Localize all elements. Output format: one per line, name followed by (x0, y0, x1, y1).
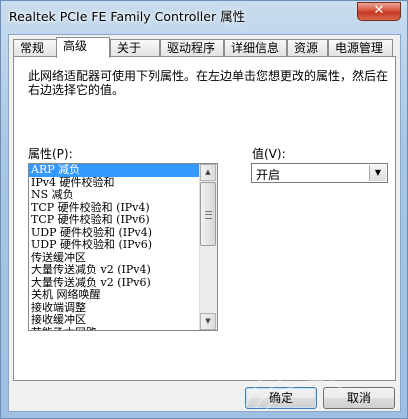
tab-about[interactable]: 关于 (110, 39, 160, 56)
tab-power-management[interactable]: 电源管理 (328, 39, 393, 56)
property-list-item[interactable]: 接收缓冲区 (29, 314, 201, 327)
panel-description: 此网络适配器可使用下列属性。在左边单击您想更改的属性，然后在右边选择它的值。 (28, 69, 389, 97)
property-list-item[interactable]: TCP 硬件校验和 (IPv4) (29, 202, 201, 215)
close-icon: ✕ (373, 3, 385, 18)
value-dropdown-selected: 开启 (256, 168, 281, 182)
property-list: ARP 减负 IPv4 硬件校验和 NS 减负 TCP 硬件校验和 (IPv4) TCP… (29, 164, 201, 331)
dialog-client-area: 常规 高级 关于 驱动程序 详细信息 资源 电源管理 此网络适配器可使用下列属性… (8, 34, 401, 412)
window-title: Realtek PCIe FE Family Controller 属性 (9, 9, 246, 24)
cancel-button[interactable]: 取消 (323, 387, 395, 409)
list-scrollbar[interactable]: ▲ ▼ (199, 164, 217, 330)
scroll-thumb[interactable] (200, 182, 216, 246)
scroll-up-arrow-icon[interactable]: ▲ (200, 164, 216, 181)
property-list-item[interactable]: IPv4 硬件校验和 (29, 177, 201, 190)
close-button[interactable]: ✕ (357, 2, 401, 21)
property-label: 属性(P): (28, 147, 73, 161)
advanced-panel: 此网络适配器可使用下列属性。在左边单击您想更改的属性，然后在右边选择它的值。 属… (13, 56, 396, 381)
property-listbox[interactable]: ARP 减负 IPv4 硬件校验和 NS 减负 TCP 硬件校验和 (IPv4) TCP… (28, 163, 218, 331)
property-list-item[interactable]: 接收端调整 (29, 302, 201, 315)
property-list-item[interactable]: NS 减负 (29, 189, 201, 202)
title-bar[interactable]: Realtek PCIe FE Family Controller 属性 ✕ (1, 1, 407, 29)
property-list-item[interactable]: 大量传送减负 v2 (IPv4) (29, 264, 201, 277)
value-label: 值(V): (252, 147, 286, 161)
property-list-item[interactable]: UDP 硬件校验和 (IPv4) (29, 227, 201, 240)
chevron-down-icon[interactable]: ▼ (369, 165, 386, 181)
property-list-item[interactable]: 大量传送减负 v2 (IPv6) (29, 277, 201, 290)
tab-resources[interactable]: 资源 (287, 39, 328, 56)
property-list-item[interactable]: UDP 硬件校验和 (IPv6) (29, 239, 201, 252)
property-list-item[interactable]: TCP 硬件校验和 (IPv6) (29, 214, 201, 227)
ok-button[interactable]: 确定 (245, 387, 317, 409)
property-list-item[interactable]: 节能乙太网路 (29, 327, 201, 331)
tab-general[interactable]: 常规 (13, 39, 57, 56)
property-list-item[interactable]: 关机 网络唤醒 (29, 289, 201, 302)
tab-driver[interactable]: 驱动程序 (160, 39, 224, 56)
tab-details[interactable]: 详细信息 (224, 39, 287, 56)
value-dropdown[interactable]: 开启 ▼ (251, 163, 388, 183)
scroll-down-arrow-icon[interactable]: ▼ (200, 313, 216, 330)
grip-icon (205, 211, 212, 219)
tab-advanced[interactable]: 高级 (56, 37, 110, 58)
property-list-item[interactable]: 传送缓冲区 (29, 252, 201, 265)
dialog-window: Realtek PCIe FE Family Controller 属性 ✕ 常… (0, 0, 408, 419)
property-list-item[interactable]: ARP 减负 (29, 164, 201, 177)
